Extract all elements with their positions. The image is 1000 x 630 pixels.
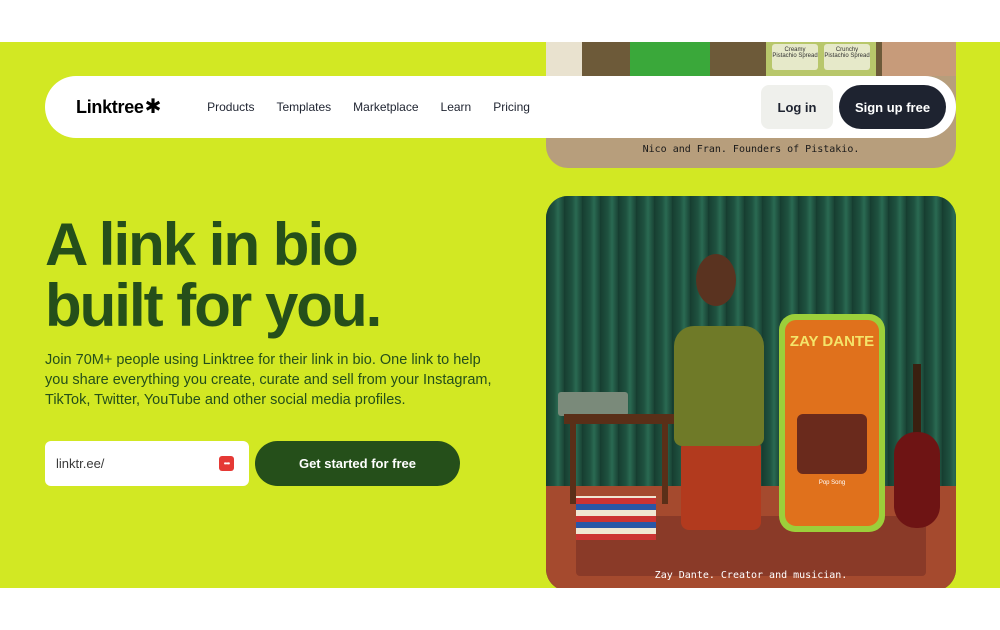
headline-line-2: built for you. [45, 272, 382, 339]
get-started-button[interactable]: Get started for free [255, 441, 460, 486]
nav-actions: Log in Sign up free [761, 85, 946, 129]
phone-song: Pop Song [818, 480, 846, 486]
founders-caption: Nico and Fran. Founders of Pistakio. [642, 144, 860, 155]
nav-link-products[interactable]: Products [207, 100, 254, 114]
table-leg [662, 424, 668, 504]
creator-photo: ZAY DANTE Pop Song Zay Dante. Creator an… [546, 196, 956, 588]
green-crate [630, 42, 710, 76]
nav-link-templates[interactable]: Templates [276, 100, 331, 114]
person-head [696, 254, 736, 306]
username-input[interactable]: linktr.ee/ ••• [45, 441, 249, 486]
nav-link-pricing[interactable]: Pricing [493, 100, 530, 114]
headline-line-1: A link in bio [45, 211, 359, 278]
guitar-neck [913, 364, 921, 438]
asterisk-logo-icon: ✱ [144, 96, 162, 118]
product-boxes [882, 42, 956, 76]
product-tray: Creamy Pistachio Spread Crunchy Pistachi… [766, 42, 876, 76]
phone-album-art [797, 414, 867, 474]
side-table [564, 414, 674, 424]
navbar: Linktree ✱ Products Templates Marketplac… [45, 76, 956, 138]
book-stack [576, 496, 656, 540]
product-tile: Creamy Pistachio Spread [772, 44, 818, 70]
hero-headline: A link in bio built for you. [45, 211, 382, 339]
phone-screen: ZAY DANTE Pop Song [785, 320, 879, 526]
hero-subtext: Join 70M+ people using Linktree for thei… [45, 352, 492, 408]
creator-caption: Zay Dante. Creator and musician. [654, 570, 848, 581]
nav-link-marketplace[interactable]: Marketplace [353, 100, 418, 114]
page: Creamy Pistachio Spread Crunchy Pistachi… [0, 0, 1000, 630]
record-player [558, 392, 628, 416]
guitar [894, 432, 940, 528]
table-leg [570, 424, 576, 504]
person-legs [681, 440, 761, 530]
person-body [674, 326, 764, 446]
product-jar [546, 42, 582, 78]
password-manager-icon[interactable]: ••• [219, 456, 234, 471]
url-prefix: linktr.ee/ [56, 456, 105, 471]
phone-mockup: ZAY DANTE Pop Song [779, 314, 885, 532]
signup-button[interactable]: Sign up free [839, 85, 946, 129]
logo-text: Linktree [76, 96, 144, 117]
nav-links: Products Templates Marketplace Learn Pri… [207, 100, 552, 114]
linktree-logo[interactable]: Linktree ✱ [76, 97, 161, 118]
login-button[interactable]: Log in [761, 85, 833, 129]
nav-link-learn[interactable]: Learn [441, 100, 472, 114]
phone-title: ZAY DANTE [789, 333, 875, 350]
product-tile: Crunchy Pistachio Spread [824, 44, 870, 70]
